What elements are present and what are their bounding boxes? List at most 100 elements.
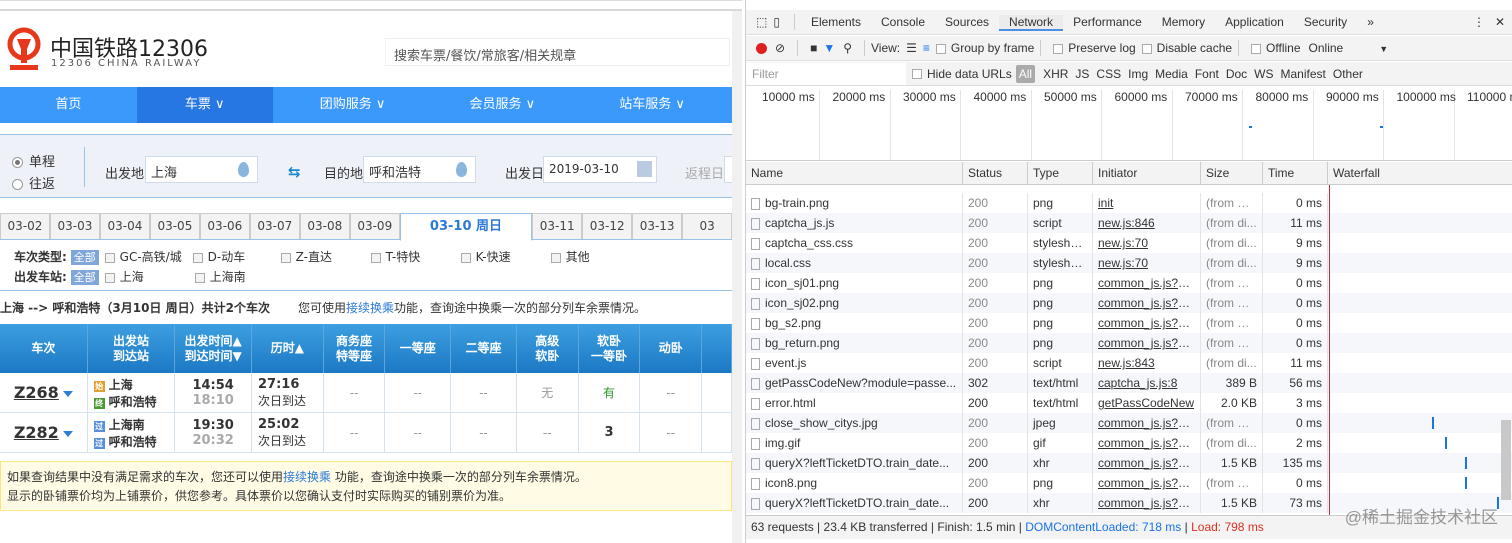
- request-initiator[interactable]: getPassCodeNew: [1093, 393, 1201, 413]
- request-row[interactable]: getPassCodeNew?module=passe... 302 text/ht…: [746, 373, 1512, 393]
- column-header-initiator[interactable]: Initiator: [1093, 162, 1201, 184]
- devtools-tab[interactable]: Security: [1294, 15, 1357, 29]
- list-view-icon[interactable]: ☰: [906, 41, 917, 55]
- train-type-checkbox[interactable]: T-特快: [370, 248, 461, 265]
- hide-data-urls-checkbox[interactable]: Hide data URLs: [906, 67, 1012, 81]
- nav-home[interactable]: 首页: [0, 87, 137, 123]
- swap-icon[interactable]: ⇆: [288, 163, 301, 181]
- calendar-icon[interactable]: [637, 161, 652, 177]
- request-initiator[interactable]: common_js.js?sc...: [1093, 493, 1201, 513]
- request-row[interactable]: queryX?leftTicketDTO.train_date... 200 xhr…: [746, 453, 1512, 473]
- request-initiator[interactable]: new.js:846: [1093, 213, 1201, 233]
- request-name[interactable]: getPassCodeNew?module=passe...: [746, 373, 963, 393]
- checkbox[interactable]: [550, 252, 561, 263]
- filter-type-css[interactable]: CSS: [1096, 67, 1121, 81]
- devtools-tab[interactable]: Elements: [801, 15, 871, 29]
- request-name[interactable]: icon_sj01.png: [746, 273, 963, 293]
- type-all-button[interactable]: 全部: [70, 250, 99, 265]
- column-header-size[interactable]: Size: [1201, 162, 1263, 184]
- filter-type-other[interactable]: Other: [1333, 67, 1363, 81]
- request-initiator[interactable]: common_js.js?sc...: [1093, 293, 1201, 313]
- column-header[interactable]: 出发时间▲ 到达时间▼: [175, 324, 252, 373]
- request-initiator[interactable]: common_js.js?sc...: [1093, 433, 1201, 453]
- request-name[interactable]: captcha_css.css: [746, 233, 963, 253]
- request-row[interactable]: icon_sj01.png 200 png common_js.js?sc... (fr…: [746, 273, 1512, 293]
- request-name[interactable]: icon_sj02.png: [746, 293, 963, 313]
- checkbox[interactable]: [194, 272, 205, 283]
- date-tab[interactable]: 03-02: [0, 213, 50, 239]
- expand-caret-icon[interactable]: [62, 430, 73, 442]
- date-tab[interactable]: 03-13: [632, 213, 683, 239]
- device-toggle-icon[interactable]: ▯: [773, 15, 780, 29]
- column-header[interactable]: 历时▲: [252, 324, 324, 373]
- inspect-icon[interactable]: ⬚: [756, 15, 767, 29]
- date-tab[interactable]: 03-07: [249, 213, 300, 239]
- train-type-checkbox[interactable]: 其他: [550, 248, 611, 265]
- nav-station[interactable]: 站车服务 ∨: [572, 87, 732, 123]
- train-number-cell[interactable]: Z268: [0, 373, 88, 412]
- request-name[interactable]: bg_return.png: [746, 333, 963, 353]
- checkbox[interactable]: [104, 252, 115, 263]
- preserve-log-checkbox[interactable]: Preserve log: [1047, 41, 1136, 55]
- date-tab[interactable]: 03-06: [199, 213, 250, 239]
- seat-cell[interactable]: 有: [579, 373, 641, 412]
- request-initiator[interactable]: common_js.js?sc...: [1093, 453, 1201, 473]
- date-tab[interactable]: 03-08: [299, 213, 350, 239]
- search-icon[interactable]: ⚲: [843, 41, 852, 55]
- station-checkbox[interactable]: 上海南: [194, 268, 285, 285]
- date-input[interactable]: 2019-03-10: [543, 156, 657, 183]
- request-initiator[interactable]: common_js.js?sc...: [1093, 333, 1201, 353]
- column-header-type[interactable]: Type: [1028, 162, 1093, 184]
- request-name[interactable]: queryX?leftTicketDTO.train_date...: [746, 453, 963, 473]
- request-name[interactable]: queryX?leftTicketDTO.train_date...: [746, 493, 963, 513]
- date-tab[interactable]: 03-12: [582, 213, 633, 239]
- filter-type-media[interactable]: Media: [1155, 67, 1188, 81]
- request-row[interactable]: captcha_js.js 200 script new.js:846 (from di…: [746, 213, 1512, 233]
- column-header-waterfall[interactable]: Waterfall: [1328, 162, 1512, 184]
- clear-icon[interactable]: ⊘: [775, 41, 785, 55]
- date-tab[interactable]: 03-05: [149, 213, 200, 239]
- column-header-name[interactable]: Name: [746, 162, 963, 184]
- request-row[interactable]: error.html 200 text/html getPassCodeNew 2.0 …: [746, 393, 1512, 413]
- request-initiator[interactable]: common_js.js?sc...: [1093, 473, 1201, 493]
- devtools-tab[interactable]: Sources: [935, 15, 999, 29]
- network-overview[interactable]: 10000 ms 20000 ms 30000 ms 40000 ms 50000 ms…: [746, 86, 1512, 161]
- from-input[interactable]: 上海: [145, 156, 258, 183]
- request-row[interactable]: icon_sj02.png 200 png common_js.js?sc... (fr…: [746, 293, 1512, 313]
- request-list-scrollbar[interactable]: [1501, 420, 1511, 500]
- more-menu-icon[interactable]: ⋮: [1473, 15, 1485, 29]
- filter-type-ws[interactable]: WS: [1254, 67, 1273, 81]
- date-tab[interactable]: 03-11: [532, 213, 583, 239]
- request-name[interactable]: error.html: [746, 393, 963, 413]
- request-name[interactable]: bg-train.png: [746, 193, 963, 213]
- nav-member[interactable]: 会员服务 ∨: [432, 87, 572, 123]
- request-initiator[interactable]: new.js:70: [1093, 233, 1201, 253]
- site-search-input[interactable]: 搜索车票/餐饮/常旅客/相关规章: [385, 38, 730, 66]
- request-row[interactable]: bg-train.png 200 png init (from m... 0 ms: [746, 193, 1512, 213]
- request-name[interactable]: captcha_js.js: [746, 213, 963, 233]
- request-row[interactable]: local.css 200 stylesheet new.js:70 (from di.…: [746, 253, 1512, 273]
- devtools-tab[interactable]: Memory: [1152, 15, 1215, 29]
- request-name[interactable]: local.css: [746, 253, 963, 273]
- filter-type-img[interactable]: Img: [1128, 67, 1148, 81]
- train-type-checkbox[interactable]: GC-高铁/城: [104, 248, 193, 265]
- filter-type-manifest[interactable]: Manifest: [1281, 67, 1326, 81]
- to-input[interactable]: 呼和浩特: [363, 156, 476, 183]
- seat-cell[interactable]: 无: [517, 373, 579, 412]
- group-by-frame-checkbox[interactable]: Group by frame: [930, 41, 1034, 55]
- page-scrollbar[interactable]: [732, 11, 742, 543]
- date-tab[interactable]: 03-03: [49, 213, 100, 239]
- filter-type-all[interactable]: All: [1015, 64, 1036, 83]
- request-initiator[interactable]: new.js:843: [1093, 353, 1201, 373]
- request-row[interactable]: bg_s2.png 200 png common_js.js?sc... (from m…: [746, 313, 1512, 333]
- request-row[interactable]: img.gif 200 gif common_js.js?sc... (from di.…: [746, 433, 1512, 453]
- train-type-checkbox[interactable]: Z-直达: [280, 248, 371, 265]
- filter-type-font[interactable]: Font: [1195, 67, 1219, 81]
- nav-tickets[interactable]: 车票 ∨: [136, 87, 273, 123]
- request-name[interactable]: img.gif: [746, 433, 963, 453]
- transfer-link[interactable]: 接续换乘: [346, 301, 394, 315]
- station-checkbox[interactable]: 上海: [104, 268, 195, 285]
- request-name[interactable]: close_show_citys.jpg: [746, 413, 963, 433]
- devtools-tab[interactable]: Application: [1215, 15, 1294, 29]
- train-number-link[interactable]: Z268: [14, 383, 59, 402]
